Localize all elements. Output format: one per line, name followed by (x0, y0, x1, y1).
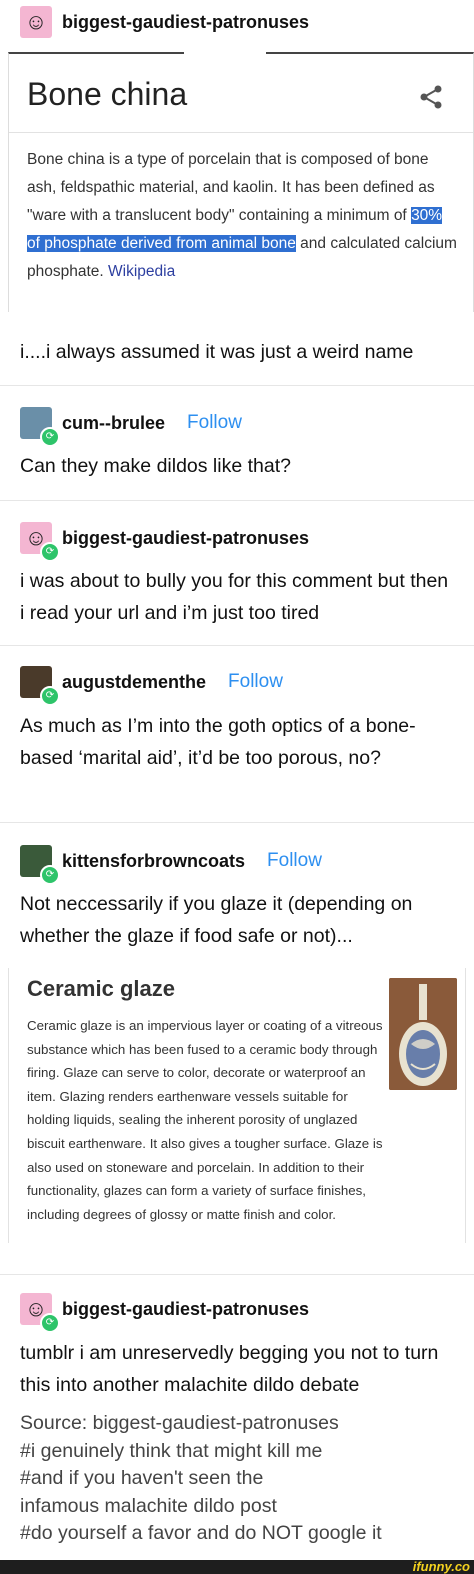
wiki-card-body: Bone china is a type of porcelain that i… (27, 151, 457, 280)
avatar[interactable]: ☺ (20, 6, 52, 38)
username[interactable]: kittensforbrowncoats (62, 851, 245, 872)
tag[interactable]: #i genuinely think that might kill me (20, 1438, 382, 1466)
follow-button[interactable]: Follow (267, 850, 322, 872)
post-header: ☺ ⟳ biggest-gaudiest-patronuses (20, 522, 309, 562)
username[interactable]: cum--brulee (62, 413, 165, 434)
avatar[interactable]: ☺ ⟳ (20, 1293, 60, 1333)
source-line[interactable]: Source: biggest-gaudiest-patronuses (20, 1410, 382, 1438)
vase-image (389, 978, 457, 1090)
post-caption: i....i always assumed it was just a weir… (20, 341, 414, 363)
post-text: tumblr i am unreservedly begging you not… (20, 1342, 439, 1396)
post-text: As much as I’m into the goth optics of a… (20, 715, 416, 769)
reblog-icon: ⟳ (40, 1313, 60, 1333)
wikipedia-link[interactable]: Wikipedia (108, 263, 175, 280)
tag[interactable]: #and if you haven't seen the (20, 1465, 382, 1493)
ifunny-watermark: ifunny.co (412, 1559, 470, 1574)
tag[interactable]: #do yourself a favor and do NOT google i… (20, 1520, 382, 1548)
username[interactable]: biggest-gaudiest-patronuses (62, 1299, 309, 1320)
reblog-icon: ⟳ (40, 427, 60, 447)
follow-button[interactable]: Follow (187, 412, 242, 434)
glaze-card-title: Ceramic glaze (27, 976, 175, 1001)
source-and-tags: Source: biggest-gaudiest-patronuses #i g… (20, 1410, 382, 1548)
tag[interactable]: infamous malachite dildo post (20, 1493, 382, 1521)
wiki-card-title: Bone china (27, 76, 188, 112)
watermark-bar: ifunny.co (0, 1560, 474, 1574)
avatar[interactable]: ⟳ (20, 845, 60, 885)
reblog-icon: ⟳ (40, 542, 60, 562)
post-header: ☺ biggest-gaudiest-patronuses (20, 6, 309, 38)
post-text: i was about to bully you for this commen… (20, 570, 449, 624)
reblog-icon: ⟳ (40, 865, 60, 885)
post-header: ⟳ cum--brulee Follow (20, 407, 242, 447)
post-header: ⟳ kittensforbrowncoats Follow (20, 845, 322, 885)
post-header: ⟳ augustdementhe Follow (20, 666, 283, 706)
wikipedia-card: Bone china Bone china is a type of porce… (8, 52, 474, 312)
glaze-card-body: Ceramic glaze is an impervious layer or … (27, 1018, 383, 1222)
avatar[interactable]: ⟳ (20, 666, 60, 706)
share-icon[interactable] (419, 84, 443, 110)
post-text: Can they make dildos like that? (20, 455, 291, 477)
reblog-icon: ⟳ (40, 686, 60, 706)
username[interactable]: biggest-gaudiest-patronuses (62, 12, 309, 33)
username[interactable]: augustdementhe (62, 672, 206, 693)
post-text: Not neccessarily if you glaze it (depend… (20, 893, 413, 947)
smiley-face-icon: ☺ (24, 9, 48, 34)
ceramic-glaze-card: Ceramic glaze Ceramic glaze is an imperv… (8, 968, 466, 1243)
avatar[interactable]: ⟳ (20, 407, 60, 447)
post-header: ☺ ⟳ biggest-gaudiest-patronuses (20, 1293, 309, 1333)
follow-button[interactable]: Follow (228, 671, 283, 693)
username[interactable]: biggest-gaudiest-patronuses (62, 528, 309, 549)
avatar[interactable]: ☺ ⟳ (20, 522, 60, 562)
